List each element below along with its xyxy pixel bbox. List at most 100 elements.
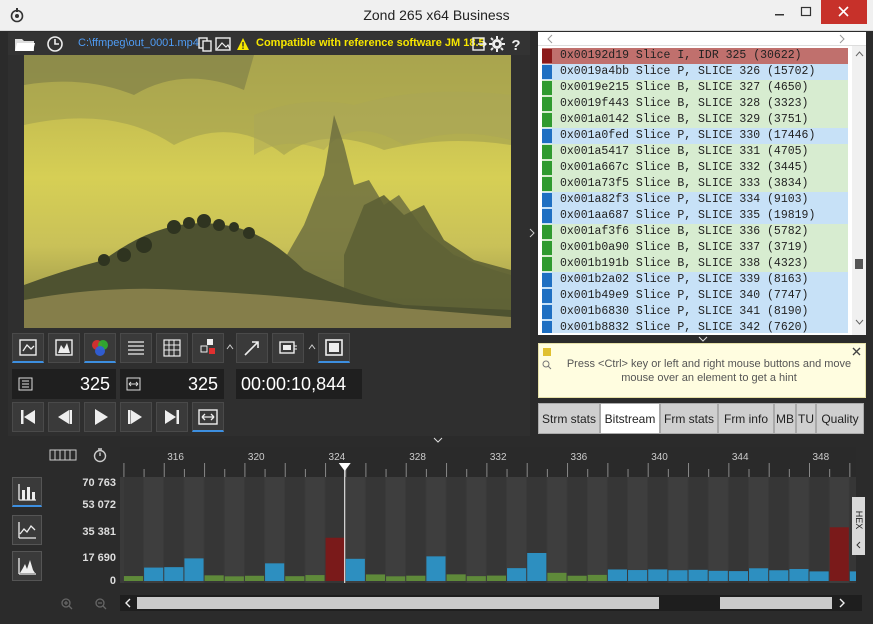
chevron-right-icon[interactable] xyxy=(837,598,847,608)
bitstream-list[interactable]: 0x00192d19 Slice I, IDR 325 (30622) 0x001… xyxy=(542,48,848,333)
list-item[interactable]: 0x0019e215 Slice B, SLICE 327 (4650) xyxy=(542,80,848,96)
gear-icon[interactable] xyxy=(488,35,506,53)
frame-number-display[interactable]: 325 xyxy=(12,369,116,399)
ruler-ticks: 316 320 324 328 332 336 340 344 348 xyxy=(123,452,851,477)
maximize-button[interactable] xyxy=(793,0,820,24)
open-folder-icon[interactable] xyxy=(14,35,36,53)
display-order-icon xyxy=(126,377,141,391)
tab-frm-info[interactable]: Frm info xyxy=(718,403,774,434)
tab-strm-stats[interactable]: Strm stats xyxy=(538,403,600,434)
export-icon[interactable] xyxy=(470,35,488,53)
filter-button[interactable] xyxy=(272,333,304,363)
chevron-down-icon[interactable] xyxy=(698,336,708,342)
last-frame-button[interactable] xyxy=(156,402,188,432)
frame-number-value: 325 xyxy=(79,374,110,394)
hex-side-tab[interactable]: HEX xyxy=(852,497,865,555)
zoom-in-icon[interactable] xyxy=(60,597,74,611)
area-chart-mode-button[interactable] xyxy=(12,551,42,581)
close-button[interactable] xyxy=(821,0,867,24)
list-item[interactable]: 0x001a5417 Slice B, SLICE 331 (4705) xyxy=(542,144,848,160)
view-mode-button[interactable] xyxy=(12,333,44,363)
zoom-out-icon[interactable] xyxy=(94,597,108,611)
list-item[interactable]: 0x001aa687 Slice P, SLICE 335 (19819) xyxy=(542,208,848,224)
scroll-thumb[interactable] xyxy=(137,597,659,609)
list-item[interactable]: 0x001af3f6 Slice B, SLICE 336 (5782) xyxy=(542,224,848,240)
tab-frm-stats[interactable]: Frm stats xyxy=(660,403,718,434)
minimize-button[interactable] xyxy=(766,0,793,24)
chevron-right-icon[interactable] xyxy=(838,34,846,44)
line-chart-mode-button[interactable] xyxy=(12,515,42,545)
frame-size-bars xyxy=(123,477,869,583)
first-frame-button[interactable] xyxy=(12,402,44,432)
chart-bar xyxy=(386,576,406,581)
chevron-up-icon[interactable] xyxy=(226,343,234,351)
list-item[interactable]: 0x00192d19 Slice I, IDR 325 (30622) xyxy=(542,48,848,64)
copy-icon[interactable] xyxy=(196,35,214,53)
scroll-track-segment[interactable] xyxy=(720,597,832,609)
ruler-label: 340 xyxy=(651,452,668,463)
block-grid-button[interactable] xyxy=(156,333,188,363)
list-item[interactable]: 0x001b2a02 Slice P, SLICE 339 (8163) xyxy=(542,272,848,288)
chevron-down-icon[interactable] xyxy=(855,318,864,326)
splitter-handle-icon[interactable] xyxy=(529,228,535,238)
tab-tu[interactable]: TU xyxy=(796,403,816,434)
list-item[interactable]: 0x001a0fed Slice P, SLICE 330 (17446) xyxy=(542,128,848,144)
chevron-left-icon[interactable] xyxy=(123,598,133,608)
list-item[interactable]: 0x001b49e9 Slice P, SLICE 340 (7747) xyxy=(542,288,848,304)
loop-range-button[interactable] xyxy=(192,402,224,432)
tab-quality[interactable]: Quality xyxy=(816,403,864,434)
close-hint-icon[interactable] xyxy=(852,347,861,356)
histogram-view-button[interactable] xyxy=(48,333,80,363)
list-item-label: 0x001b191b Slice B, SLICE 338 (4323) xyxy=(560,257,809,270)
hex-label: HEX xyxy=(854,510,864,530)
motion-vectors-button[interactable] xyxy=(236,333,268,363)
list-horizontal-scroll[interactable] xyxy=(538,32,866,46)
stopwatch-icon[interactable] xyxy=(92,447,108,463)
chart-slot xyxy=(204,477,224,583)
partition-button[interactable] xyxy=(192,333,224,363)
frames-mode-icon[interactable] xyxy=(48,447,78,463)
video-preview[interactable] xyxy=(24,55,511,328)
chart-slot xyxy=(144,477,164,583)
chart-slot xyxy=(486,477,507,583)
chevron-left-icon[interactable] xyxy=(546,34,554,44)
next-frame-button[interactable] xyxy=(120,402,152,432)
display-order-number[interactable]: 325 xyxy=(120,369,224,399)
list-item[interactable]: 0x001a73f5 Slice B, SLICE 333 (3834) xyxy=(542,176,848,192)
image-icon[interactable] xyxy=(214,35,232,53)
lines-grid-button[interactable] xyxy=(120,333,152,363)
chart-bar xyxy=(123,576,144,581)
list-item[interactable]: 0x001b191b Slice B, SLICE 338 (4323) xyxy=(542,256,848,272)
help-icon[interactable]: ? xyxy=(507,35,525,53)
timeline-ruler[interactable]: 316 320 324 328 332 336 340 344 348 xyxy=(120,447,856,477)
list-item[interactable]: 0x001b0a90 Slice B, SLICE 337 (3719) xyxy=(542,240,848,256)
clock-icon[interactable] xyxy=(46,35,64,53)
list-vertical-scrollbar[interactable] xyxy=(852,46,866,335)
list-item[interactable]: 0x0019f443 Slice B, SLICE 328 (3323) xyxy=(542,96,848,112)
chevron-up-icon[interactable] xyxy=(308,343,316,351)
bar-chart-mode-button[interactable] xyxy=(12,477,42,507)
tab-mb[interactable]: MB xyxy=(774,403,796,434)
list-item-label: 0x001b8832 Slice P, SLICE 342 (7620) xyxy=(560,321,809,333)
list-item[interactable]: 0x001a667c Slice B, SLICE 332 (3445) xyxy=(542,160,848,176)
previous-frame-button[interactable] xyxy=(48,402,80,432)
fullscreen-button[interactable] xyxy=(318,333,350,363)
timeline-horizontal-scrollbar[interactable] xyxy=(120,595,862,611)
color-channels-button[interactable] xyxy=(84,333,116,363)
chart-slot xyxy=(406,477,426,583)
hint-panel: Press <Ctrl> key or left and right mouse… xyxy=(538,343,866,398)
list-item[interactable]: 0x001b8832 Slice P, SLICE 342 (7620) xyxy=(542,320,848,333)
frame-size-chart[interactable] xyxy=(120,477,869,583)
scroll-thumb[interactable] xyxy=(855,259,863,269)
list-item[interactable]: 0x0019a4bb Slice P, SLICE 326 (15702) xyxy=(542,64,848,80)
list-item[interactable]: 0x001b6830 Slice P, SLICE 341 (8190) xyxy=(542,304,848,320)
list-item-label: 0x0019a4bb Slice P, SLICE 326 (15702) xyxy=(560,65,816,78)
filter-icon xyxy=(279,341,297,354)
timecode-display[interactable]: 00:00:10,844 xyxy=(236,369,362,399)
tab-bitstream[interactable]: Bitstream xyxy=(600,403,660,434)
list-item[interactable]: 0x001a0142 Slice B, SLICE 329 (3751) xyxy=(542,112,848,128)
chevron-up-icon[interactable] xyxy=(855,50,864,58)
file-path-link[interactable]: C:\ffmpeg\out_0001.mp4 xyxy=(78,37,199,49)
list-item[interactable]: 0x001a82f3 Slice P, SLICE 334 (9103) xyxy=(542,192,848,208)
play-button[interactable] xyxy=(84,402,116,432)
